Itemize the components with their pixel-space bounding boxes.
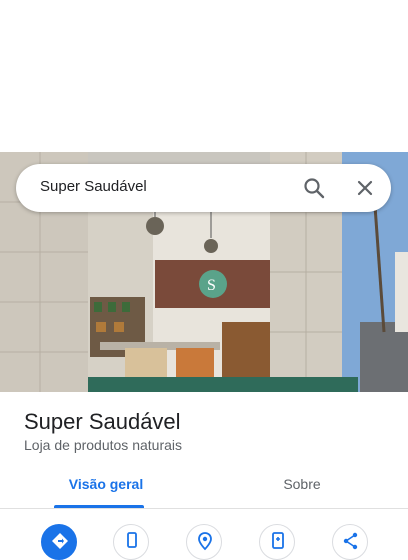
svg-text:S: S (207, 277, 216, 294)
tab-divider (0, 508, 408, 509)
share-icon (343, 532, 358, 550)
tab-about[interactable]: Sobre (250, 476, 354, 508)
location-icon (198, 532, 212, 551)
save-button[interactable] (259, 524, 295, 560)
phone-icon (127, 532, 137, 548)
close-icon[interactable] (353, 176, 377, 200)
call-button[interactable] (113, 524, 149, 560)
tab-overview[interactable]: Visão geral (54, 476, 158, 508)
share-button[interactable] (332, 524, 368, 560)
search-bar[interactable]: Super Saudável (16, 164, 391, 212)
search-input[interactable]: Super Saudável (40, 178, 147, 195)
search-icon[interactable] (302, 176, 326, 200)
save-icon (272, 532, 284, 549)
location-button[interactable] (186, 524, 222, 560)
directions-icon (52, 533, 68, 549)
directions-button[interactable] (41, 524, 77, 560)
place-category: Loja de produtos naturais (24, 437, 182, 453)
place-title: Super Saudável (24, 409, 181, 434)
